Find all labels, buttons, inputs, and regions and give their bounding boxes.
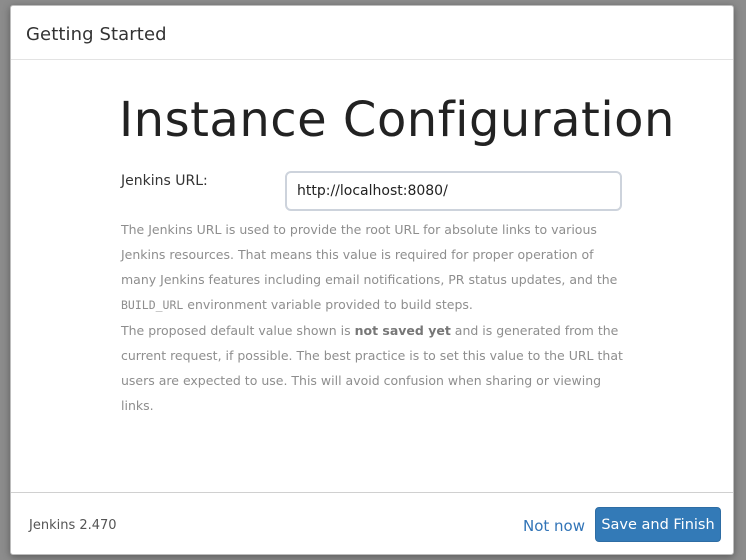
jenkins-version: Jenkins 2.470 <box>29 518 117 533</box>
help-text: environment variable provided to build s… <box>183 297 473 312</box>
jenkins-url-label: Jenkins URL: <box>121 173 208 189</box>
dialog-title: Getting Started <box>26 24 167 45</box>
page-title: Instance Configuration <box>119 92 675 148</box>
dialog-footer: Jenkins 2.470 Not now Save and Finish <box>11 492 733 555</box>
help-text: The proposed default value shown is <box>121 323 355 338</box>
not-now-button[interactable]: Not now <box>511 509 597 543</box>
build-url-code: BUILD_URL <box>121 298 184 312</box>
dialog-header: Getting Started <box>11 6 733 60</box>
help-paragraph-2: The proposed default value shown is not … <box>121 318 631 418</box>
help-paragraph-1: The Jenkins URL is used to provide the r… <box>121 217 631 318</box>
dialog-body: Instance Configuration Jenkins URL: The … <box>11 60 733 492</box>
save-and-finish-button[interactable]: Save and Finish <box>595 507 721 542</box>
jenkins-url-input[interactable] <box>285 171 622 211</box>
setup-wizard-dialog: Getting Started Instance Configuration J… <box>10 5 734 555</box>
jenkins-url-help: The Jenkins URL is used to provide the r… <box>121 217 631 418</box>
not-saved-emphasis: not saved yet <box>354 323 451 338</box>
help-text: The Jenkins URL is used to provide the r… <box>121 222 618 287</box>
